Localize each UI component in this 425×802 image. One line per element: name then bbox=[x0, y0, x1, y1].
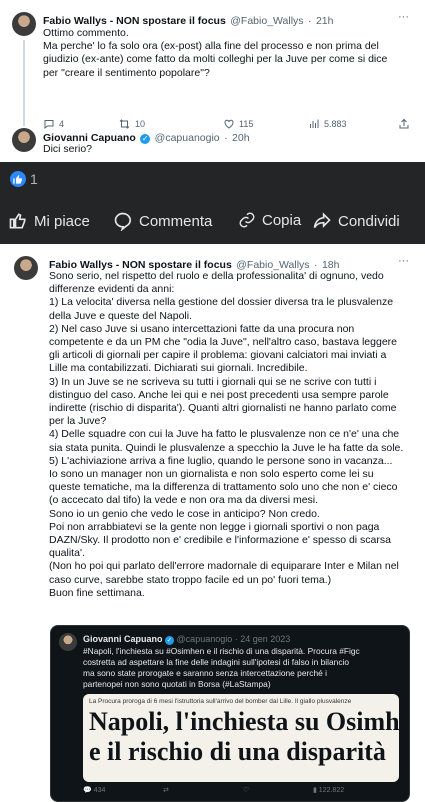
fb-like-button[interactable]: Mi piace bbox=[8, 211, 90, 231]
quoted-header: Giovanni Capuano ✓ @capuanogio · 24 gen … bbox=[83, 634, 291, 645]
clipping-kicker: La Procura proroga di 6 mesi l'istruttor… bbox=[89, 698, 352, 705]
avatar bbox=[59, 633, 77, 651]
quoted-reply-button[interactable]: 💬 434 bbox=[83, 786, 105, 794]
facebook-reaction-bar: 1 Mi piace Commenta Copia Condividi bbox=[0, 162, 425, 244]
tweet-text: Dici serio? bbox=[43, 143, 93, 155]
more-icon[interactable]: ··· bbox=[398, 255, 409, 267]
quoted-tweet[interactable]: Giovanni Capuano ✓ @capuanogio · 24 gen … bbox=[50, 625, 410, 802]
views-icon bbox=[310, 119, 319, 128]
thread-line bbox=[23, 40, 25, 126]
author-handle[interactable]: @Fabio_Wallys bbox=[230, 15, 303, 27]
timestamp[interactable]: 21h bbox=[316, 15, 334, 27]
quoted-text: #Napoli, l'inchiesta su #Osimhen e il ri… bbox=[83, 646, 360, 689]
verified-icon: ✓ bbox=[165, 636, 175, 645]
quoted-retweet-button[interactable]: ⇄ bbox=[163, 786, 169, 794]
more-icon[interactable]: ··· bbox=[398, 11, 409, 23]
quoted-date: 24 gen 2023 bbox=[240, 634, 291, 644]
thumbs-up-icon bbox=[9, 213, 26, 229]
avatar[interactable] bbox=[12, 12, 36, 36]
tweet-text: Ottimo commento. Ma perche' lo fa solo o… bbox=[43, 27, 388, 79]
fb-comment-button[interactable]: Commenta bbox=[113, 211, 212, 231]
tweet-text: Sono serio, nel rispetto del ruolo e del… bbox=[49, 270, 404, 599]
avatar[interactable] bbox=[14, 256, 38, 280]
share-arrow-icon bbox=[313, 212, 331, 229]
share-icon bbox=[399, 118, 409, 129]
fb-copy-button[interactable]: Copia bbox=[238, 211, 301, 229]
newspaper-clipping-image[interactable]: La Procura proroga di 6 mesi l'istruttor… bbox=[83, 694, 399, 782]
author-handle[interactable]: @capuanogio bbox=[155, 132, 220, 144]
author-name[interactable]: Fabio Wallys - NON spostare il focus bbox=[43, 15, 226, 27]
like-count: 1 bbox=[30, 171, 38, 187]
reaction-summary[interactable]: 1 bbox=[10, 171, 38, 187]
quoted-handle: @capuanogio bbox=[176, 634, 233, 644]
verified-icon: ✓ bbox=[140, 134, 151, 144]
views-button[interactable]: 5.883 bbox=[308, 118, 347, 130]
comment-icon bbox=[114, 212, 132, 231]
fb-share-button[interactable]: Condividi bbox=[312, 211, 400, 231]
share-button[interactable] bbox=[398, 118, 410, 130]
quoted-author-name: Giovanni Capuano bbox=[83, 634, 163, 644]
link-icon bbox=[239, 212, 255, 228]
clipping-headline-1: Napoli, l'inchiesta su Osimhen bbox=[89, 707, 399, 736]
clipping-headline-2: e il rischio di una disparità bbox=[89, 737, 386, 766]
avatar[interactable] bbox=[12, 128, 36, 152]
quoted-views-button[interactable]: ▮ 122.822 bbox=[313, 786, 344, 794]
quoted-like-button[interactable]: ♡ bbox=[243, 786, 249, 794]
timestamp[interactable]: 20h bbox=[232, 132, 250, 144]
like-reaction-icon bbox=[10, 171, 26, 187]
